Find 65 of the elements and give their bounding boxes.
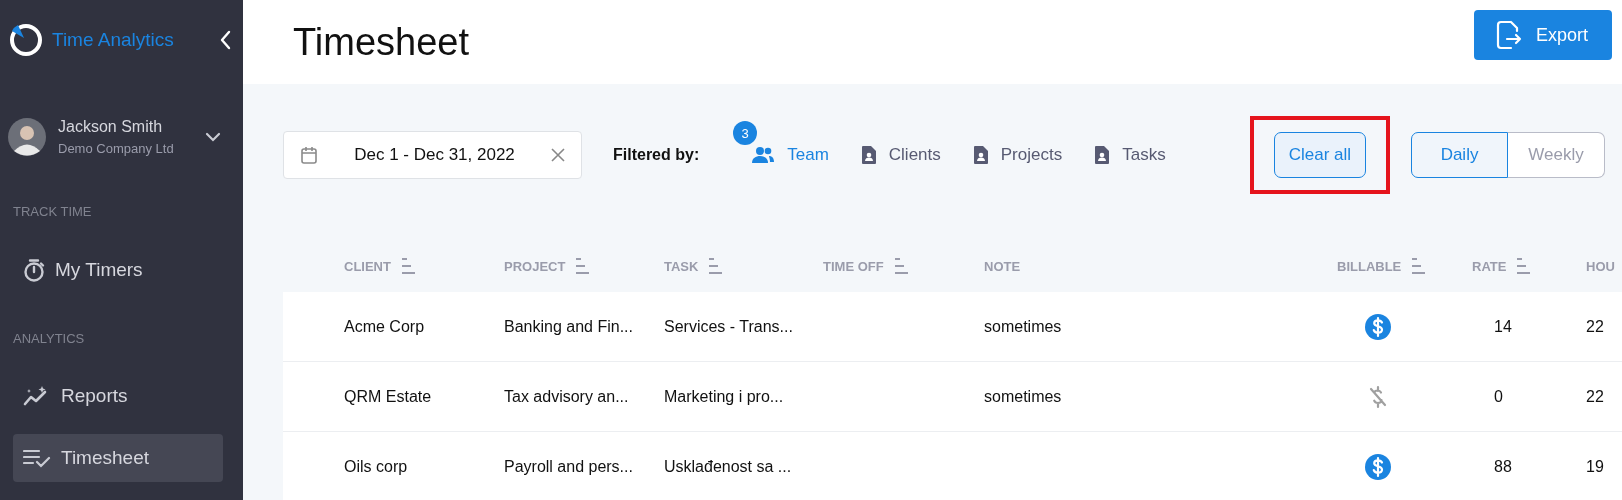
nav-item[interactable]: My Timers — [13, 245, 223, 295]
column-header: NOTE — [984, 258, 1021, 274]
date-range-field[interactable]: Dec 1 - Dec 31, 2022 — [283, 131, 582, 179]
table-cell: 22 — [1586, 387, 1604, 405]
table-cell: Payroll and pers... — [504, 457, 633, 475]
filter-chip[interactable]: Team — [751, 145, 829, 165]
filter-chip[interactable]: Tasks — [1094, 145, 1166, 165]
people-icon — [751, 146, 776, 164]
avatar — [8, 118, 46, 156]
user-name: Jackson Smith — [58, 118, 164, 136]
table-cell: Oils corp — [344, 457, 408, 475]
company-name: Demo Company Ltd — [58, 141, 174, 156]
stopwatch-icon — [23, 258, 45, 282]
table-cell: Tax advisory an... — [504, 387, 629, 405]
table-cell: Marketing i pro... — [664, 387, 784, 405]
nav-item[interactable]: Timesheet — [13, 434, 223, 482]
logo-icon — [8, 22, 44, 58]
view-tab[interactable]: Weekly — [1508, 132, 1606, 178]
calendar-icon — [300, 145, 318, 165]
table-cell: 22 — [1586, 317, 1604, 335]
filter-label: Filtered by: — [613, 146, 700, 164]
table-cell: sometimes — [984, 387, 1062, 405]
person-card-icon — [1094, 145, 1111, 165]
filter-chip[interactable]: Clients — [860, 145, 941, 165]
column-header[interactable]: RATE — [1472, 257, 1531, 275]
table-cell: Banking and Fin... — [504, 317, 633, 335]
section-heading: ANALYTICS — [12, 331, 86, 346]
table-cell: 14 — [1494, 317, 1512, 335]
view-tab[interactable]: Daily — [1411, 132, 1509, 178]
nav-item[interactable]: Reports — [13, 372, 223, 420]
sort-icon — [893, 257, 908, 275]
clear-all-button[interactable]: Clear all — [1273, 132, 1367, 178]
clear-icon[interactable] — [551, 148, 565, 162]
section-heading: TRACK TIME — [12, 204, 93, 219]
sort-icon — [575, 257, 590, 275]
column-header[interactable]: CLIENT — [344, 257, 415, 275]
table-cell: 88 — [1494, 457, 1512, 475]
column-header[interactable]: TIME OFF — [823, 257, 908, 275]
table-cell: sometimes — [984, 317, 1062, 335]
date-range: Dec 1 - Dec 31, 2022 — [353, 145, 516, 165]
person-card-icon — [860, 145, 877, 165]
sort-icon — [1411, 257, 1426, 275]
column-header[interactable]: PROJECT — [504, 257, 590, 275]
person-card-icon — [972, 145, 989, 165]
sort-icon — [708, 257, 723, 275]
table-cell: Usklađenost sa ... — [664, 457, 792, 475]
collapse-chevron-icon[interactable] — [219, 30, 231, 50]
table-cell: 19 — [1586, 457, 1604, 475]
table-cell: Acme Corp — [344, 317, 425, 335]
app-name: Time Analytics — [52, 29, 174, 51]
count-badge: 3 — [733, 121, 758, 145]
filter-chip[interactable]: Projects — [972, 145, 1063, 165]
chevron-down-icon — [205, 132, 221, 142]
list-check-icon — [23, 448, 51, 468]
table-cell: Services - Trans... — [664, 317, 793, 335]
column-header[interactable]: BILLABLE — [1337, 257, 1426, 275]
file-export-icon — [1495, 20, 1522, 50]
page-title: Timesheet — [293, 20, 469, 64]
export-button[interactable]: Export — [1473, 10, 1612, 60]
column-header[interactable]: TASK — [664, 257, 723, 275]
table-cell: QRM Estate — [344, 387, 432, 405]
column-header: HOU — [1586, 258, 1615, 274]
sort-icon — [400, 257, 415, 275]
sort-icon — [1516, 257, 1531, 275]
table-cell: 0 — [1494, 387, 1503, 405]
